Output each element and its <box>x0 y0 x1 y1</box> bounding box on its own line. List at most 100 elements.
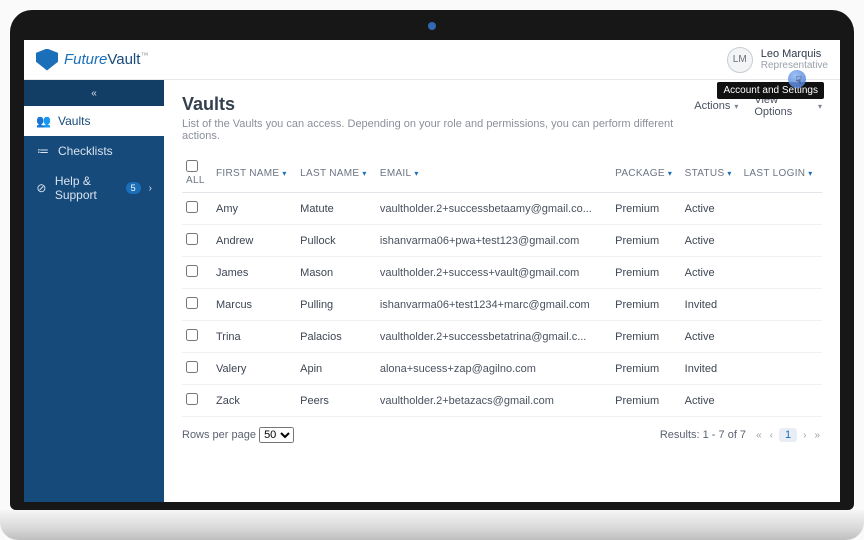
cell-package: Premium <box>611 257 681 289</box>
cell-last-login <box>740 257 822 289</box>
cell-last-name: Mason <box>296 257 376 289</box>
cell-email: vaultholder.2+success+vault@gmail.com <box>376 257 611 289</box>
col-last-login[interactable]: LAST LOGIN▾ <box>740 154 822 193</box>
row-checkbox[interactable] <box>186 201 198 213</box>
account-tooltip: Account and Settings <box>717 82 824 99</box>
sidebar-item-label: Vaults <box>58 114 90 128</box>
cell-last-login <box>740 289 822 321</box>
sort-icon: ▾ <box>282 169 286 178</box>
sort-icon: ▾ <box>414 169 418 178</box>
rows-per-page: Rows per page 50 <box>182 427 294 443</box>
nav-icon: ≔ <box>36 144 50 158</box>
page-subtitle: List of the Vaults you can access. Depen… <box>182 118 694 142</box>
cell-last-login <box>740 353 822 385</box>
sort-icon: ▾ <box>668 169 672 178</box>
sidebar-item-help-support[interactable]: ⊘Help & Support5› <box>24 166 164 210</box>
select-all-checkbox[interactable] <box>186 160 198 172</box>
table-row[interactable]: TrinaPalaciosvaultholder.2+successbetatr… <box>182 321 822 353</box>
cell-package: Premium <box>611 225 681 257</box>
pager-next[interactable]: › <box>801 430 808 441</box>
cell-email: vaultholder.2+successbetaamy@gmail.co... <box>376 193 611 225</box>
user-name: Leo Marquis <box>761 48 828 60</box>
col-package[interactable]: PACKAGE▾ <box>611 154 681 193</box>
col-email[interactable]: EMAIL▾ <box>376 154 611 193</box>
sidebar-item-label: Help & Support <box>55 174 118 202</box>
row-checkbox[interactable] <box>186 233 198 245</box>
sidebar-item-checklists[interactable]: ≔Checklists <box>24 136 164 166</box>
shield-icon <box>36 49 58 71</box>
table-row[interactable]: AmyMatutevaultholder.2+successbetaamy@gm… <box>182 193 822 225</box>
nav-icon: 👥 <box>36 114 50 128</box>
cell-email: vaultholder.2+successbetatrina@gmail.c..… <box>376 321 611 353</box>
cell-first-name: Valery <box>212 353 296 385</box>
cell-first-name: Marcus <box>212 289 296 321</box>
cell-package: Premium <box>611 353 681 385</box>
pager-prev[interactable]: ‹ <box>768 430 775 441</box>
page-title: Vaults <box>182 94 694 115</box>
sidebar-item-vaults[interactable]: 👥 Vaults <box>24 106 164 136</box>
brand-text: FutureVault™ <box>64 51 148 68</box>
rows-per-page-select[interactable]: 50 <box>259 427 294 443</box>
cell-status: Active <box>681 321 740 353</box>
cell-last-name: Peers <box>296 385 376 417</box>
table-row[interactable]: AndrewPullockishanvarma06+pwa+test123@gm… <box>182 225 822 257</box>
main-content: Vaults List of the Vaults you can access… <box>164 80 840 502</box>
chevron-down-icon: ▾ <box>818 102 822 111</box>
cell-last-login <box>740 193 822 225</box>
row-checkbox[interactable] <box>186 297 198 309</box>
pager-first[interactable]: « <box>754 430 764 441</box>
table-row[interactable]: JamesMasonvaultholder.2+success+vault@gm… <box>182 257 822 289</box>
cell-status: Invited <box>681 353 740 385</box>
laptop-base <box>0 510 864 540</box>
cell-last-name: Pulling <box>296 289 376 321</box>
row-checkbox[interactable] <box>186 329 198 341</box>
cell-last-login <box>740 225 822 257</box>
cell-first-name: Amy <box>212 193 296 225</box>
pager-current: 1 <box>779 428 797 442</box>
row-checkbox[interactable] <box>186 265 198 277</box>
chevron-down-icon: ▾ <box>734 102 738 111</box>
cell-first-name: Andrew <box>212 225 296 257</box>
row-checkbox[interactable] <box>186 393 198 405</box>
row-checkbox[interactable] <box>186 361 198 373</box>
account-menu[interactable]: LM Leo Marquis Representative <box>727 47 828 73</box>
col-first-name[interactable]: FIRST NAME▾ <box>212 154 296 193</box>
table-row[interactable]: MarcusPullingishanvarma06+test1234+marc@… <box>182 289 822 321</box>
cell-package: Premium <box>611 321 681 353</box>
cell-status: Invited <box>681 289 740 321</box>
cell-first-name: Zack <box>212 385 296 417</box>
table-row[interactable]: ZackPeersvaultholder.2+betazacs@gmail.co… <box>182 385 822 417</box>
vaults-table: ALL FIRST NAME▾ LAST NAME▾ EMAIL▾ PACKAG… <box>182 154 822 417</box>
sidebar-collapse-button[interactable]: « <box>24 80 164 106</box>
sort-icon: ▾ <box>362 169 366 178</box>
chevron-left-icon: « <box>91 88 97 99</box>
pointer-cursor-icon: ☟ <box>795 74 802 87</box>
col-all: ALL <box>186 175 205 186</box>
cell-last-login <box>740 385 822 417</box>
sort-icon: ▾ <box>727 169 731 178</box>
cell-first-name: Trina <box>212 321 296 353</box>
cell-status: Active <box>681 257 740 289</box>
cell-email: alona+sucess+zap@agilno.com <box>376 353 611 385</box>
cell-last-name: Matute <box>296 193 376 225</box>
cell-package: Premium <box>611 289 681 321</box>
badge: 5 <box>126 182 141 194</box>
cell-last-name: Palacios <box>296 321 376 353</box>
cell-first-name: James <box>212 257 296 289</box>
cell-last-name: Pullock <box>296 225 376 257</box>
cell-status: Active <box>681 193 740 225</box>
sort-icon: ▾ <box>808 169 812 178</box>
rows-per-page-label: Rows per page <box>182 429 256 441</box>
sidebar: « 👥Vaults≔Checklists⊘Help & Support5› <box>24 80 164 502</box>
cell-last-name: Apin <box>296 353 376 385</box>
avatar: LM <box>727 47 753 73</box>
cell-email: ishanvarma06+pwa+test123@gmail.com <box>376 225 611 257</box>
cell-email: ishanvarma06+test1234+marc@gmail.com <box>376 289 611 321</box>
table-row[interactable]: ValeryApinalona+sucess+zap@agilno.comPre… <box>182 353 822 385</box>
col-status[interactable]: STATUS▾ <box>681 154 740 193</box>
cell-status: Active <box>681 385 740 417</box>
col-last-name[interactable]: LAST NAME▾ <box>296 154 376 193</box>
brand-logo[interactable]: FutureVault™ <box>36 49 148 71</box>
nav-icon: ⊘ <box>36 181 47 195</box>
pager-last[interactable]: » <box>812 430 822 441</box>
